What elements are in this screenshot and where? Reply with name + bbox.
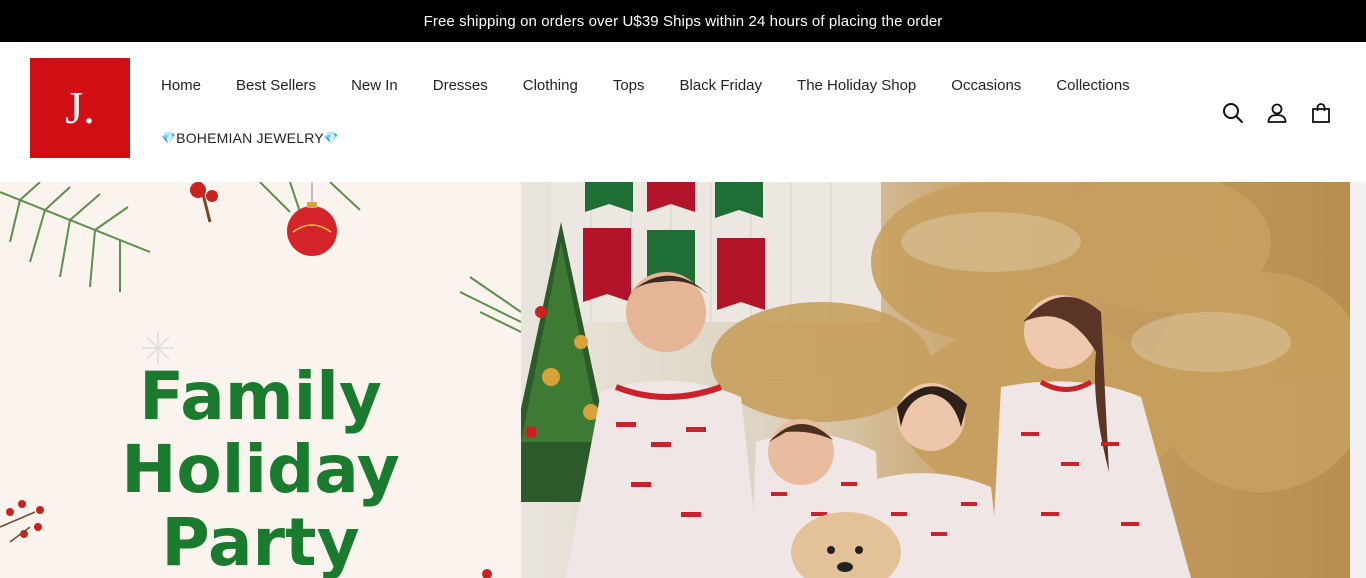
nav-item-collections[interactable]: Collections	[1056, 77, 1129, 94]
nav-row: Home Best Sellers New In Dresses Clothin…	[161, 76, 1161, 94]
gem-icon: 💎	[323, 131, 339, 145]
search-icon[interactable]	[1220, 100, 1246, 126]
nav-item-home[interactable]: Home	[161, 77, 201, 94]
main-nav: Home Best Sellers New In Dresses Clothin…	[161, 76, 1161, 147]
scrollbar[interactable]	[1350, 182, 1366, 578]
hero-headline-line-2: Holiday	[121, 431, 400, 508]
nav-item-tops[interactable]: Tops	[613, 77, 645, 94]
logo[interactable]: J.	[30, 58, 130, 158]
nav-item-clothing[interactable]: Clothing	[523, 77, 578, 94]
hero-text-panel: Family Holiday Party	[0, 182, 521, 578]
cart-icon[interactable]	[1308, 100, 1334, 126]
nav-item-best-sellers[interactable]: Best Sellers	[236, 77, 316, 94]
hero-headline: Family Holiday Party	[0, 360, 521, 578]
site-header: J. Home Best Sellers New In Dresses Clot…	[0, 42, 1366, 182]
hero-banner[interactable]: Family Holiday Party	[0, 182, 1350, 578]
announcement-text: Free shipping on orders over U$39 Ships …	[423, 12, 943, 30]
nav-item-dresses[interactable]: Dresses	[433, 77, 488, 94]
nav-item-occasions[interactable]: Occasions	[951, 77, 1021, 94]
gem-icon: 💎	[161, 131, 177, 145]
hero-photo	[521, 182, 1350, 578]
nav-item-black-friday[interactable]: Black Friday	[680, 77, 763, 94]
announcement-bar: Free shipping on orders over U$39 Ships …	[0, 0, 1366, 42]
hero-headline-line-3: Party	[161, 504, 360, 578]
account-icon[interactable]	[1264, 100, 1290, 126]
nav-item-bohemian-jewelry-label: BOHEMIAN JEWELRY	[176, 130, 324, 146]
header-icons	[1220, 100, 1334, 126]
logo-text: J.	[65, 82, 95, 133]
hero-headline-line-1: Family	[139, 358, 382, 435]
nav-item-new-in[interactable]: New In	[351, 77, 398, 94]
nav-item-holiday-shop[interactable]: The Holiday Shop	[797, 77, 916, 94]
nav-item-bohemian-jewelry[interactable]: 💎 BOHEMIAN JEWELRY 💎	[161, 130, 339, 146]
